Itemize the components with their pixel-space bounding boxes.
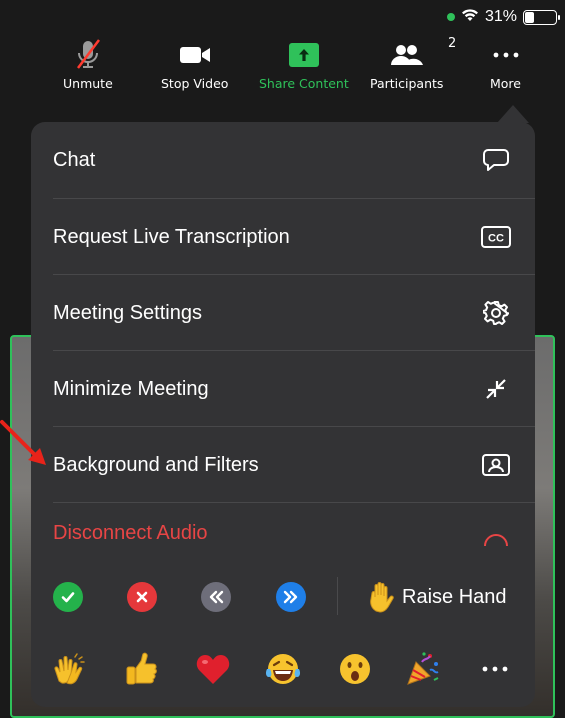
- more-label: More: [490, 76, 521, 91]
- unmute-label: Unmute: [63, 76, 113, 91]
- menu-item-label: Request Live Transcription: [53, 225, 290, 248]
- share-content-button[interactable]: Share Content: [259, 38, 349, 91]
- participants-button[interactable]: 2 Participants: [370, 36, 456, 91]
- more-button[interactable]: More: [490, 38, 521, 91]
- ellipsis-icon: [492, 38, 520, 72]
- menu-pointer: [497, 105, 529, 123]
- no-reaction-button[interactable]: [127, 582, 157, 612]
- svg-text:CC: CC: [488, 233, 504, 245]
- thumbs-up-emoji[interactable]: [121, 649, 161, 689]
- meeting-screen: 31% Unmute Stop Video Share Content 2 Pa…: [0, 0, 565, 718]
- background-portrait-icon: [481, 450, 511, 480]
- red-annotation-arrow: [0, 420, 46, 465]
- clapping-hands-emoji[interactable]: [49, 649, 89, 689]
- raise-hand-button[interactable]: Raise Hand: [368, 577, 507, 617]
- party-popper-emoji[interactable]: [403, 649, 443, 689]
- muted-mic-icon: [75, 38, 101, 72]
- unmute-button[interactable]: Unmute: [63, 38, 113, 91]
- participants-icon: [390, 38, 424, 72]
- reactions-separator: [337, 577, 338, 615]
- chat-bubble-icon: [481, 145, 511, 175]
- stop-video-button[interactable]: Stop Video: [161, 38, 228, 91]
- menu-item-minimize-meeting[interactable]: Minimize Meeting: [53, 351, 515, 427]
- share-content-label: Share Content: [259, 76, 349, 91]
- cc-icon: CC: [481, 222, 511, 252]
- gear-icon: [481, 298, 511, 328]
- camera-in-use-indicator: [446, 13, 455, 21]
- wifi-icon: [461, 8, 479, 27]
- participants-label: Participants: [370, 76, 444, 91]
- menu-item-label: Minimize Meeting: [53, 377, 209, 400]
- faster-reaction-button[interactable]: [276, 582, 306, 612]
- more-reactions-ellipsis-icon[interactable]: [475, 649, 515, 689]
- raise-hand-label: Raise Hand: [402, 585, 507, 608]
- raised-hand-icon: [370, 582, 394, 613]
- meeting-toolbar: Unmute Stop Video Share Content 2 Partic…: [0, 36, 565, 98]
- menu-item-label: Meeting Settings: [53, 301, 202, 324]
- menu-item-request-live-transcription[interactable]: Request Live Transcription CC: [53, 199, 515, 275]
- menu-item-background-and-filters[interactable]: Background and Filters: [53, 427, 515, 503]
- share-arrow-icon: [288, 43, 319, 67]
- minimize-arrows-icon: [481, 374, 511, 404]
- menu-item-label: Chat: [53, 148, 96, 171]
- divider: [53, 502, 535, 503]
- reactions-bar: Raise Hand: [31, 562, 535, 632]
- stop-video-label: Stop Video: [161, 76, 229, 91]
- disconnect-audio-icon: [481, 522, 511, 550]
- more-menu: Chat Request Live Transcription CC Meeti…: [31, 122, 535, 707]
- participants-count: 2: [448, 36, 457, 51]
- battery-icon: [523, 9, 560, 25]
- menu-item-label: Background and Filters: [53, 453, 259, 476]
- tears-of-joy-emoji[interactable]: [263, 649, 303, 689]
- menu-item-meeting-settings[interactable]: Meeting Settings: [53, 275, 515, 351]
- slower-reaction-button[interactable]: [201, 582, 231, 612]
- heart-emoji[interactable]: [193, 649, 233, 689]
- fast-forward-icon: [283, 590, 298, 604]
- video-camera-icon: [177, 38, 213, 72]
- status-bar: 31%: [446, 6, 560, 28]
- yes-reaction-button[interactable]: [53, 582, 83, 612]
- emoji-reactions-row: [31, 642, 535, 692]
- menu-item-disconnect-audio[interactable]: Disconnect Audio: [53, 510, 515, 550]
- open-mouth-emoji[interactable]: [335, 649, 375, 689]
- menu-item-label: Disconnect Audio: [53, 522, 208, 544]
- rewind-icon: [209, 590, 224, 604]
- menu-item-chat[interactable]: Chat: [53, 122, 515, 198]
- x-icon: [136, 591, 148, 603]
- checkmark-icon: [61, 592, 75, 603]
- battery-percent: 31%: [484, 8, 517, 25]
